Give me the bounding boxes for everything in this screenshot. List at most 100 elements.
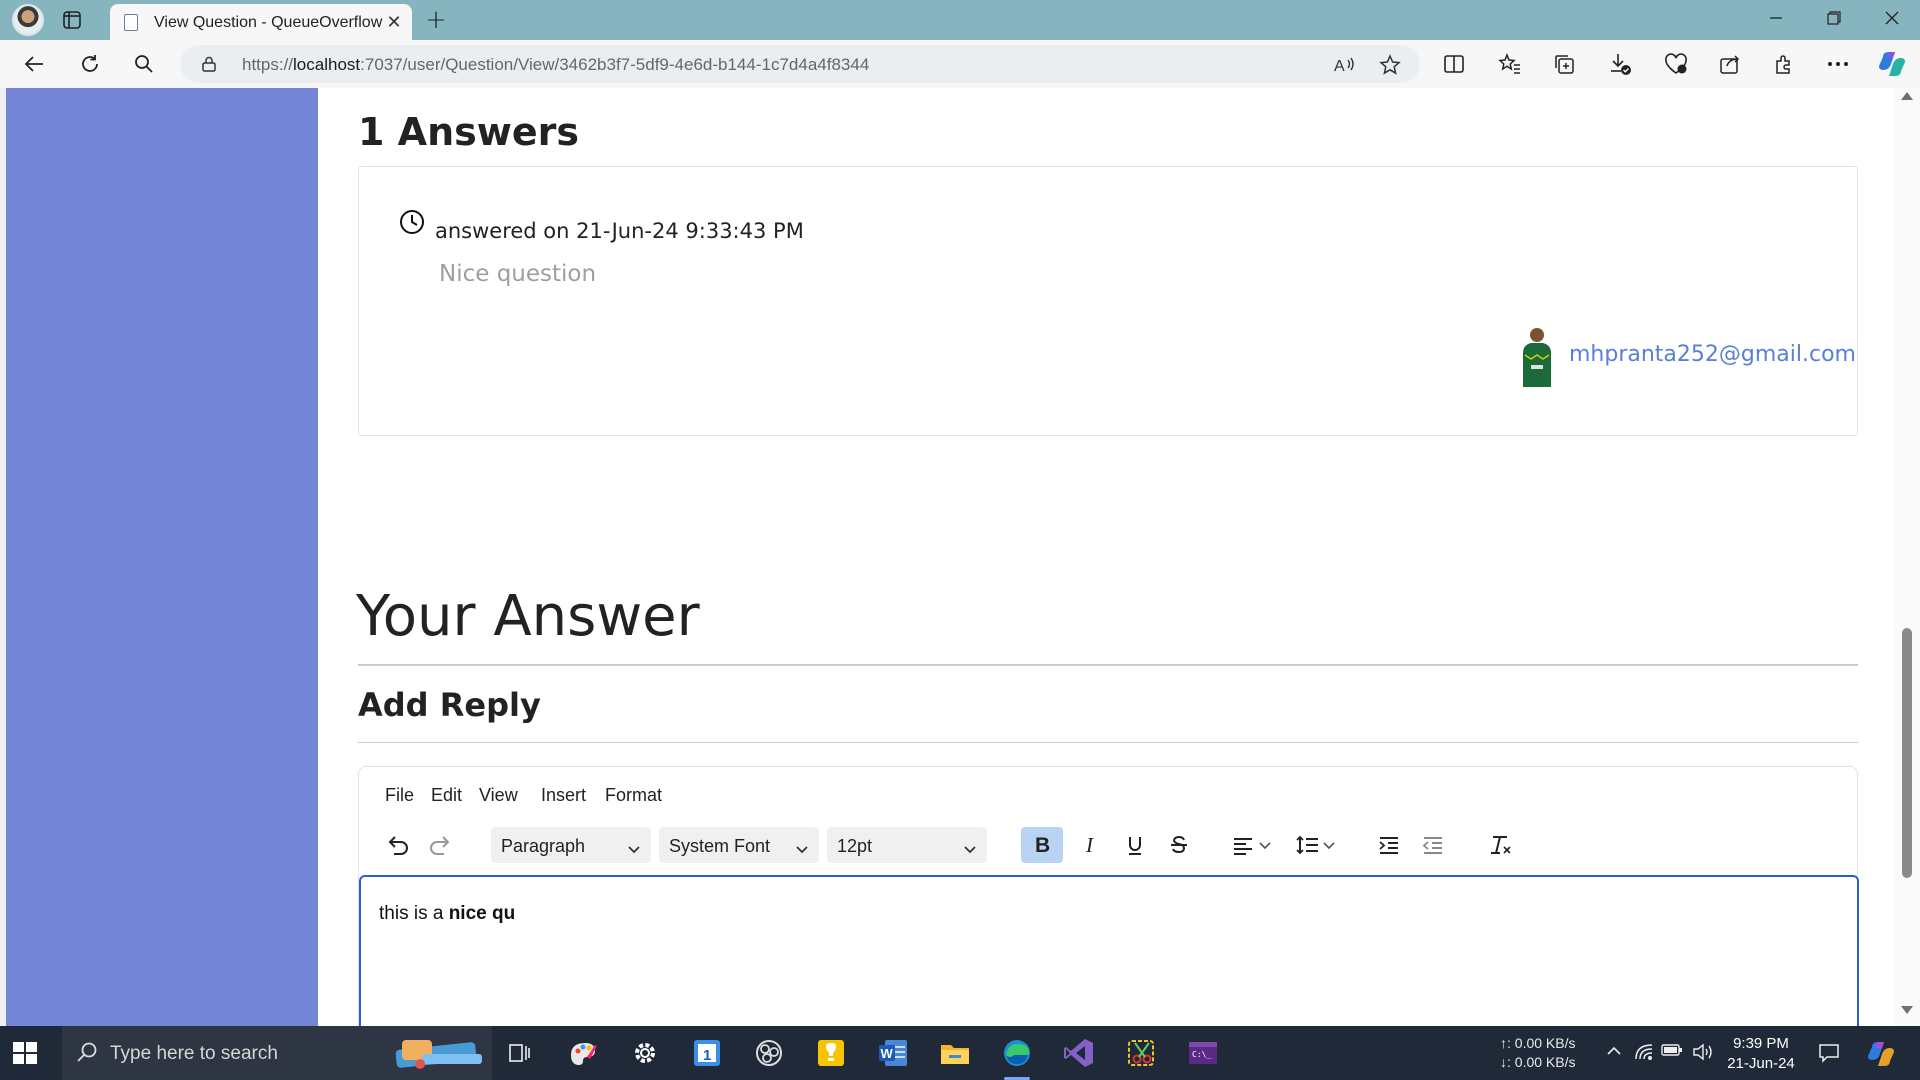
split-screen-icon[interactable] <box>1438 48 1470 80</box>
minimize-icon[interactable] <box>1748 0 1804 40</box>
paint-app-icon[interactable] <box>566 1036 600 1070</box>
scroll-down-arrow-icon[interactable] <box>1901 1006 1913 1014</box>
taskbar-clock[interactable]: 9:39 PM 21-Jun-24 <box>1720 1034 1802 1074</box>
downloads-icon[interactable] <box>1604 48 1636 80</box>
task-view-icon[interactable] <box>502 1036 536 1070</box>
block-format-dropdown[interactable]: Paragraph <box>491 827 651 863</box>
collections-icon[interactable] <box>1548 48 1580 80</box>
answer-timestamp: answered on 21-Jun-24 9:33:43 PM <box>435 219 804 243</box>
restore-icon[interactable] <box>1806 0 1862 40</box>
editor-text-bold: nice qu <box>448 903 516 924</box>
wifi-icon[interactable] <box>1633 1043 1655 1065</box>
svg-text:1: 1 <box>703 1047 711 1064</box>
browser-tab-strip: View Question - QueueOverflow ✕ + <box>0 0 1920 40</box>
indent-icon[interactable] <box>1371 827 1407 863</box>
net-upload: ↑: 0.00 KB/s <box>1500 1035 1576 1051</box>
calendar-app-icon[interactable]: 1 <box>690 1036 724 1070</box>
read-aloud-icon[interactable]: A <box>1330 51 1358 79</box>
strikethrough-icon[interactable] <box>1161 827 1197 863</box>
browser-essentials-icon[interactable] <box>1660 48 1692 80</box>
menu-edit[interactable]: Edit <box>431 785 462 806</box>
battery-icon[interactable] <box>1661 1043 1683 1065</box>
search-highlight-icon <box>392 1034 486 1079</box>
browser-tab-active[interactable]: View Question - QueueOverflow ✕ <box>110 4 412 40</box>
net-download: ↓: 0.00 KB/s <box>1500 1054 1576 1070</box>
answers-count-heading: 1 Answers <box>358 110 579 154</box>
divider <box>358 664 1858 666</box>
redo-icon[interactable] <box>423 827 459 863</box>
chevron-down-icon <box>795 839 809 860</box>
add-reply-heading: Add Reply <box>358 686 541 724</box>
workspaces-icon[interactable] <box>62 10 82 30</box>
block-format-value: Paragraph <box>501 836 586 856</box>
author-avatar <box>1519 325 1555 387</box>
answer-body: Nice question <box>439 261 597 287</box>
favorites-icon[interactable] <box>1494 48 1526 80</box>
chevron-down-icon <box>627 839 641 860</box>
outdent-icon[interactable] <box>1415 827 1451 863</box>
visual-studio-icon[interactable] <box>1062 1036 1096 1070</box>
menu-file[interactable]: File <box>385 785 414 806</box>
volume-icon[interactable] <box>1692 1043 1714 1065</box>
url-text[interactable]: https://localhost:7037/user/Question/Vie… <box>242 55 869 75</box>
notifications-icon[interactable] <box>1818 1042 1840 1064</box>
line-height-icon[interactable] <box>1293 827 1343 863</box>
font-size-value: 12pt <box>837 836 873 856</box>
browser-navigation-bar: https://localhost:7037/user/Question/Vie… <box>0 40 1920 88</box>
tab-title: View Question - QueueOverflow <box>154 14 383 31</box>
menu-view[interactable]: View <box>479 785 518 806</box>
svg-text:I: I <box>1085 834 1094 856</box>
underline-icon[interactable] <box>1117 827 1153 863</box>
italic-icon[interactable]: I <box>1073 827 1109 863</box>
menu-insert[interactable]: Insert <box>541 785 586 806</box>
editor-text: this is a nice qu <box>379 903 515 925</box>
word-app-icon[interactable]: W <box>876 1036 910 1070</box>
clear-formatting-icon[interactable] <box>1483 827 1519 863</box>
share-icon[interactable] <box>1714 48 1746 80</box>
reply-editor-body[interactable]: this is a nice qu <box>359 875 1859 1026</box>
refresh-icon[interactable] <box>74 48 106 80</box>
settings-gear-icon[interactable] <box>628 1036 662 1070</box>
profile-avatar[interactable] <box>12 4 44 36</box>
chevron-up-icon[interactable] <box>1603 1043 1625 1065</box>
chevron-down-icon <box>963 839 977 860</box>
sidebar <box>6 88 318 1026</box>
more-options-icon[interactable] <box>1822 48 1854 80</box>
font-size-dropdown[interactable]: 12pt <box>827 827 987 863</box>
scroll-up-arrow-icon[interactable] <box>1901 92 1913 100</box>
address-bar[interactable]: https://localhost:7037/user/Question/Vie… <box>180 45 1420 83</box>
edge-browser-icon[interactable] <box>1000 1036 1034 1080</box>
font-family-dropdown[interactable]: System Font <box>659 827 819 863</box>
align-dropdown-icon[interactable] <box>1229 827 1279 863</box>
search-icon[interactable] <box>128 48 160 80</box>
lock-icon[interactable] <box>202 56 216 72</box>
snipping-tool-icon[interactable] <box>1124 1036 1158 1070</box>
author-email-link[interactable]: mhpranta252@gmail.com <box>1569 342 1856 367</box>
url-scheme: https:// <box>242 55 294 74</box>
url-host: localhost <box>293 55 361 74</box>
menu-format[interactable]: Format <box>605 785 662 806</box>
back-arrow-icon[interactable] <box>18 48 50 80</box>
favorite-star-icon[interactable] <box>1376 51 1404 79</box>
font-family-value: System Font <box>669 836 771 856</box>
bold-icon[interactable]: B <box>1021 827 1063 863</box>
divider <box>358 742 1858 743</box>
obs-app-icon[interactable] <box>752 1036 786 1070</box>
copilot-taskbar-icon[interactable] <box>1866 1039 1896 1069</box>
page-scrollbar[interactable] <box>1894 88 1920 1026</box>
scroll-thumb[interactable] <box>1902 628 1912 878</box>
close-tab-icon[interactable]: ✕ <box>380 8 408 36</box>
sticky-notes-icon[interactable] <box>814 1036 848 1070</box>
copilot-icon[interactable] <box>1876 48 1908 80</box>
your-answer-heading: Your Answer <box>356 584 700 649</box>
terminal-app-icon[interactable]: C:\_ <box>1186 1036 1220 1070</box>
close-window-icon[interactable] <box>1864 0 1920 40</box>
file-explorer-icon[interactable] <box>938 1036 972 1070</box>
undo-icon[interactable] <box>379 827 415 863</box>
taskbar-search-box[interactable]: Type here to search <box>62 1026 492 1080</box>
new-tab-plus-icon[interactable]: + <box>422 6 450 34</box>
editor-toolbar: Paragraph System Font 12pt B I <box>359 819 1857 869</box>
extensions-icon[interactable] <box>1768 48 1800 80</box>
windows-start-icon[interactable] <box>10 1038 40 1068</box>
clock-icon <box>399 209 425 235</box>
